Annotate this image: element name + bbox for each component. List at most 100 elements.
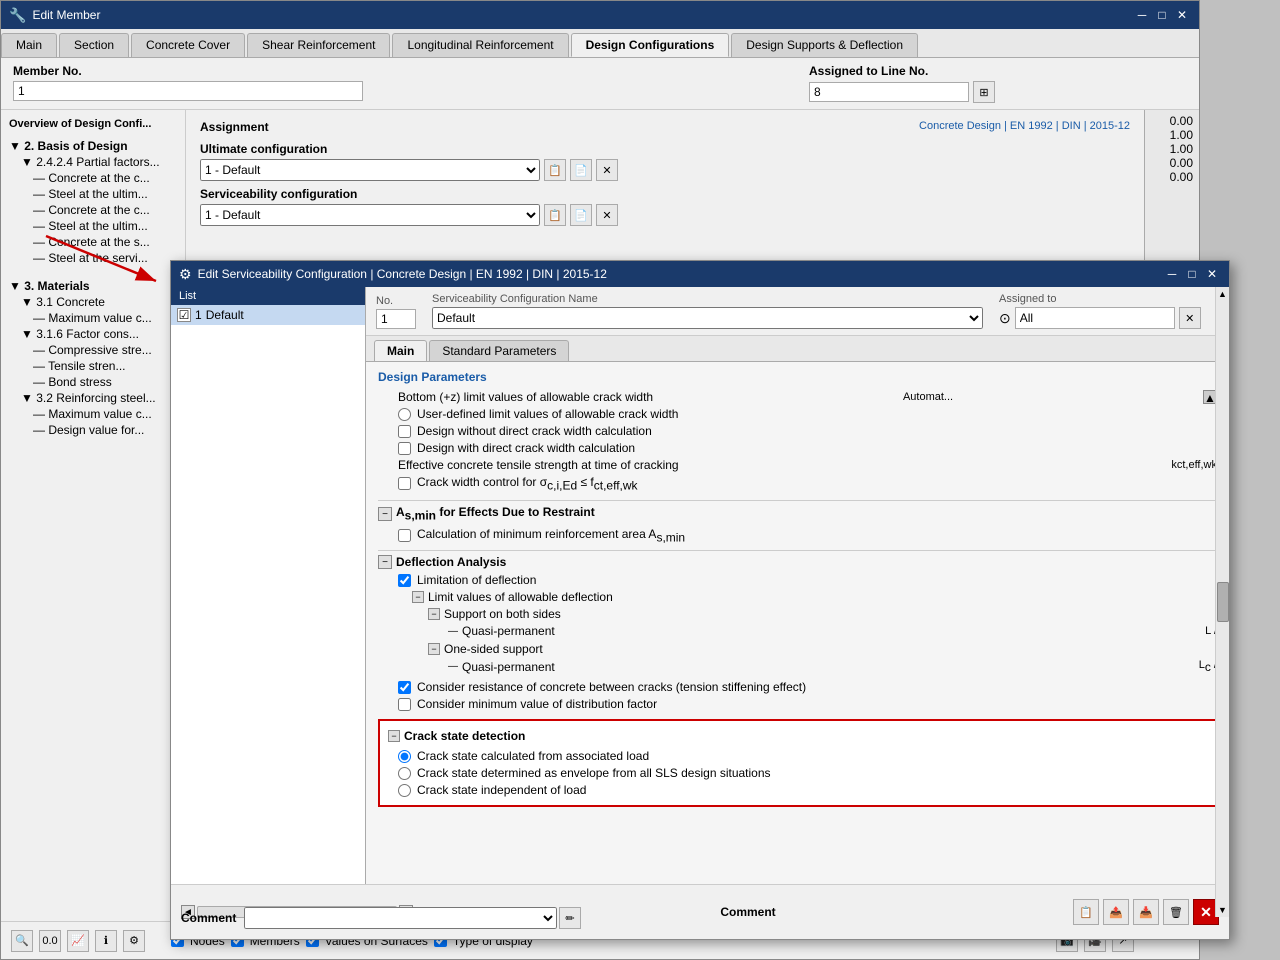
user-defined-text: User-defined limit values of allowable c… [417, 407, 678, 421]
dialog-tab-main[interactable]: Main [374, 340, 427, 361]
serviceability-dialog: ⚙ Edit Serviceability Configuration | Co… [170, 260, 1230, 940]
scroll-thumb[interactable] [1217, 582, 1229, 622]
no-direct-calc-text: Design without direct crack width calcul… [417, 424, 652, 438]
close-main-button[interactable]: ✕ [1173, 6, 1191, 24]
bottom-btn-graph[interactable]: 📈 [67, 930, 89, 952]
calc-min-reinf-text: Calculation of minimum reinforcement are… [417, 527, 685, 544]
tree-item-max-val2: — Maximum value c... [9, 406, 177, 422]
dialog-tabs: Main Standard Parameters [366, 336, 1229, 362]
dialog-fields-row: No. Serviceability Configuration Name De… [366, 287, 1229, 336]
serv-config-btn2[interactable]: 📄 [570, 204, 592, 226]
calc-min-reinf-row: Calculation of minimum reinforcement are… [378, 527, 1217, 544]
limitation-deflection-checkbox[interactable] [398, 574, 411, 587]
list-item-no: 1 [195, 308, 202, 322]
crack-radio-1[interactable] [398, 750, 411, 763]
member-no-input[interactable]: 1 [13, 81, 363, 101]
tree-item-reinf-steel: ▼ 3.2 Reinforcing steel... [9, 390, 177, 406]
tree-item-s2: — Steel at the ultim... [9, 218, 177, 234]
ult-config-btn1[interactable]: 📋 [544, 159, 566, 181]
crack-radio-2[interactable] [398, 767, 411, 780]
assigned-to-clear-btn[interactable]: ✕ [1179, 307, 1201, 329]
copy-btn[interactable]: 📋 [1073, 899, 1099, 925]
serviceability-config-label: Serviceability configuration [200, 187, 1130, 201]
tab-longitudinal-reinforcement[interactable]: Longitudinal Reinforcement [392, 33, 568, 57]
with-direct-calc-checkbox[interactable] [398, 442, 411, 455]
assigned-line-no-input[interactable]: 8 [809, 82, 969, 102]
tree-item-factor: ▼ 3.1.6 Factor cons... [9, 326, 177, 342]
bottom-btn-info[interactable]: ℹ [95, 930, 117, 952]
dialog-title-content: ⚙ Edit Serviceability Configuration | Co… [179, 266, 607, 283]
minimize-button[interactable]: ─ [1133, 6, 1151, 24]
assigned-line-picker-button[interactable]: ⊞ [973, 81, 995, 103]
dialog-close-btn[interactable]: ✕ [1203, 265, 1221, 283]
bottom-btn-num[interactable]: 0.0 [39, 930, 61, 952]
sidebar-val5: 0.00 [1151, 170, 1193, 184]
comment-action-btn[interactable]: ✏ [559, 907, 581, 929]
dialog-maximize-btn[interactable]: □ [1183, 265, 1201, 283]
ultimate-config-dropdown[interactable]: 1 - Default [200, 159, 540, 181]
sidebar-val1: 0.00 [1151, 114, 1193, 128]
comment-dropdown[interactable] [244, 907, 557, 929]
dialog-minimize-btn[interactable]: ─ [1163, 265, 1181, 283]
one-sided-text: One-sided support [444, 642, 543, 656]
bottom-btn-search[interactable]: 🔍 [11, 930, 33, 952]
crack-radio-3[interactable] [398, 784, 411, 797]
maximize-button[interactable]: □ [1153, 6, 1171, 24]
tab-design-supports[interactable]: Design Supports & Deflection [731, 33, 918, 57]
assigned-to-line-group [411, 64, 789, 103]
support-both-collapse-btn[interactable]: − [428, 608, 440, 620]
bottom-btn-settings[interactable]: ⚙ [123, 930, 145, 952]
user-defined-radio[interactable] [398, 408, 411, 421]
main-title-bar: 🔧 Edit Member ─ □ ✕ [1, 1, 1199, 29]
no-direct-calc-checkbox[interactable] [398, 425, 411, 438]
tab-concrete-cover[interactable]: Concrete Cover [131, 33, 245, 57]
bottom-limit-row: Bottom (+z) limit values of allowable cr… [378, 390, 1217, 404]
config-name-dropdown[interactable]: Default [432, 307, 983, 329]
dialog-scrollbar[interactable]: ▲ ▼ [1215, 287, 1229, 917]
list-item-checkbox[interactable]: ☑ [177, 308, 191, 322]
tab-main[interactable]: Main [1, 33, 57, 57]
asmin-collapse-btn[interactable]: − [378, 507, 392, 521]
dialog-title-bar: ⚙ Edit Serviceability Configuration | Co… [171, 261, 1229, 287]
scroll-down-arrow[interactable]: ▼ [1218, 905, 1227, 915]
no-direct-calc-row: Design without direct crack width calcul… [378, 424, 1217, 438]
assigned-to-input[interactable] [1015, 307, 1175, 329]
list-item-default[interactable]: ☑ 1 Default [171, 305, 365, 325]
dialog-tab-standard-params[interactable]: Standard Parameters [429, 340, 569, 361]
sidebar-val2: 1.00 [1151, 128, 1193, 142]
tab-design-configurations[interactable]: Design Configurations [571, 33, 730, 57]
one-sided-collapse-btn[interactable]: − [428, 643, 440, 655]
comment-section: Comment [720, 905, 775, 919]
asmin-label: As,min for Effects Due to Restraint [396, 505, 595, 522]
import-btn[interactable]: 📥 [1133, 899, 1159, 925]
concrete-design-label: Concrete Design | EN 1992 | DIN | 2015-1… [919, 120, 1130, 134]
consider-resistance-checkbox[interactable] [398, 681, 411, 694]
deflection-collapse-btn[interactable]: − [378, 555, 392, 569]
serv-config-btn3[interactable]: ✕ [596, 204, 618, 226]
scroll-up-arrow[interactable]: ▲ [1218, 289, 1227, 299]
no-field-label: No. [376, 295, 416, 307]
no-field-input[interactable] [376, 309, 416, 329]
dialog-list-panel: List ☑ 1 Default [171, 287, 366, 884]
calc-min-reinf-checkbox[interactable] [398, 529, 411, 542]
user-defined-row: User-defined limit values of allowable c… [378, 407, 1217, 421]
design-params-label: Design Parameters [378, 370, 1217, 384]
serviceability-config-dropdown[interactable]: 1 - Default [200, 204, 540, 226]
export-btn[interactable]: 📤 [1103, 899, 1129, 925]
member-no-group: Member No. 1 [13, 64, 391, 103]
tab-section[interactable]: Section [59, 33, 129, 57]
limitation-deflection-text: Limitation of deflection [417, 573, 536, 587]
limit-values-collapse-btn[interactable]: − [412, 591, 424, 603]
consider-min-dist-checkbox[interactable] [398, 698, 411, 711]
with-direct-calc-row: Design with direct crack width calculati… [378, 441, 1217, 455]
comment-footer-label: Comment [181, 911, 236, 925]
crack-detection-collapse-btn[interactable]: − [388, 730, 400, 742]
crack-width-control-checkbox[interactable] [398, 477, 411, 490]
ult-config-btn2[interactable]: 📄 [570, 159, 592, 181]
sidebar-val3: 1.00 [1151, 142, 1193, 156]
ult-config-btn3[interactable]: ✕ [596, 159, 618, 181]
serv-config-btn1[interactable]: 📋 [544, 204, 566, 226]
config-name-label: Serviceability Configuration Name [432, 293, 983, 305]
delete-btn[interactable]: 🗑 [1163, 899, 1189, 925]
tab-shear-reinforcement[interactable]: Shear Reinforcement [247, 33, 390, 57]
